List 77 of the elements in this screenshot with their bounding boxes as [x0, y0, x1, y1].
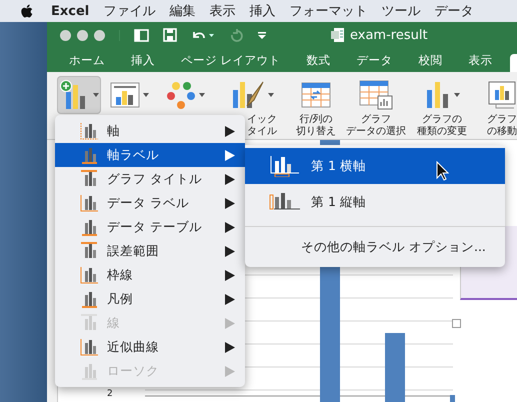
save-icon[interactable] [163, 28, 177, 42]
table-chart-icon [359, 80, 393, 110]
menu-item[interactable]: 枠線 [55, 263, 245, 287]
chart-element-icon [79, 146, 99, 164]
submenu-arrow-icon [225, 318, 235, 328]
chart-element-icon [79, 338, 99, 356]
customize-icon[interactable] [257, 31, 267, 39]
menu-item[interactable]: ツール [381, 2, 420, 20]
chart-bar [385, 333, 405, 402]
submenu-arrow-icon [225, 174, 235, 184]
chart-element-icon [79, 266, 99, 284]
resize-handle[interactable] [452, 319, 461, 328]
app-menu[interactable]: Excel [51, 4, 90, 18]
menu-item[interactable]: ファイル [103, 2, 156, 20]
menu-item[interactable]: 挿入 [249, 2, 276, 20]
ribbon-tab[interactable]: データ [356, 52, 393, 68]
ribbon-tab[interactable]: 表示 [468, 52, 493, 68]
chart-element-icon [79, 290, 99, 308]
menu-item[interactable]: 編集 [169, 2, 196, 20]
submenu-arrow-icon [225, 246, 235, 256]
submenu-arrow-icon [225, 270, 235, 280]
color-dots-icon [166, 80, 196, 110]
move-chart-icon [488, 81, 516, 109]
ribbon-button[interactable]: グラフ の移動 [475, 76, 517, 141]
menu-item[interactable]: 軸ラベル [55, 143, 245, 167]
chart-element-icon [79, 242, 99, 260]
ribbon-button[interactable]: グラフ データの選択 [349, 76, 403, 141]
chart-element-icon [79, 218, 99, 236]
ribbon-tab[interactable]: ページ レイアウト [181, 52, 281, 68]
spreadsheet-icon [331, 27, 345, 43]
chart-element-icon [79, 314, 99, 332]
ribbon-button[interactable]: グラフの 種類の変更 [415, 76, 469, 141]
ribbon-tab[interactable]: 校閲 [418, 52, 443, 68]
menu-item[interactable]: その他の軸ラベル オプション... [245, 233, 505, 261]
ribbon-button[interactable]: 行/列の 切り替え [289, 76, 343, 141]
menu-item[interactable]: 第 1 横軸 [245, 148, 505, 184]
bar-chart-icon [424, 80, 450, 110]
submenu-arrow-icon [225, 366, 235, 376]
ribbon-tab[interactable]: 数式 [306, 52, 331, 68]
menu-item[interactable]: データ ラベル [55, 191, 245, 215]
active-tab[interactable] [510, 54, 517, 72]
undo-icon[interactable] [191, 29, 215, 41]
mouse-cursor-icon [436, 161, 449, 181]
menu-item[interactable]: グラフ タイトル [55, 167, 245, 191]
submenu-arrow-icon [225, 222, 235, 232]
chart-element-icon [79, 362, 99, 380]
menu-item[interactable]: 近似曲線 [55, 335, 245, 359]
menu-item[interactable]: 第 1 縦軸 [245, 184, 505, 220]
chart-element-icon [79, 122, 99, 140]
menu-item[interactable]: データ [434, 2, 474, 20]
submenu-arrow-icon [225, 342, 235, 352]
zoom-button[interactable] [94, 30, 105, 40]
close-button[interactable] [60, 30, 71, 40]
apple-icon[interactable] [20, 4, 33, 18]
submenu-arrow-icon [225, 126, 235, 136]
minimize-button[interactable] [77, 30, 88, 40]
chart-bar [450, 395, 455, 402]
chart-element-icon [79, 170, 99, 188]
chart-brush-icon [231, 80, 265, 110]
menu-item[interactable]: 凡例 [55, 287, 245, 311]
chart-layout-icon [110, 82, 140, 108]
submenu-arrow-icon [225, 294, 235, 304]
submenu-arrow-icon [225, 198, 235, 208]
window-title: exam-result [350, 28, 428, 42]
sidebar-icon[interactable] [134, 28, 149, 42]
submenu-arrow-icon [225, 150, 235, 160]
ribbon-button[interactable] [57, 76, 101, 114]
ribbon-tab[interactable]: ホーム [69, 52, 105, 68]
ribbon-tab[interactable]: 挿入 [131, 52, 155, 68]
menu-item[interactable]: 表示 [209, 2, 236, 20]
switch-table-icon [301, 82, 331, 108]
axis-tick-label: 2 [107, 389, 113, 399]
axis-bars-icon [269, 155, 301, 177]
menu-item[interactable]: フォーマット [289, 2, 368, 20]
menu-item[interactable]: 誤差範囲 [55, 239, 245, 263]
menu-item[interactable]: データ テーブル [55, 215, 245, 239]
chart-element-icon [79, 194, 99, 212]
